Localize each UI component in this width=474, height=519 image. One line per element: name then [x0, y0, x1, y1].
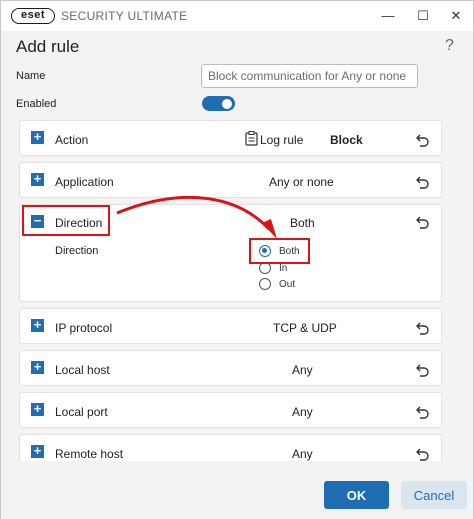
- add-rule-window: eset SECURITY ULTIMATE — ☐ ✕ Add rule ? …: [0, 0, 474, 519]
- plus-icon[interactable]: +: [31, 318, 44, 332]
- section-remote-host[interactable]: + Remote host Any: [19, 434, 442, 461]
- direction-option-label: Direction: [55, 245, 99, 257]
- title-bar: eset SECURITY ULTIMATE — ☐ ✕: [1, 1, 473, 31]
- undo-icon[interactable]: [415, 174, 431, 190]
- name-label: Name: [16, 70, 46, 82]
- undo-icon[interactable]: [415, 214, 431, 230]
- ok-button[interactable]: OK: [324, 481, 389, 509]
- direction-radio-out[interactable]: [259, 278, 271, 290]
- section-title: Action: [55, 133, 89, 147]
- cancel-button[interactable]: Cancel: [401, 481, 467, 509]
- section-title: Remote host: [55, 447, 124, 461]
- annotation-arrow: [116, 195, 277, 239]
- section-title: IP protocol: [55, 321, 113, 335]
- application-value[interactable]: Any or none: [269, 175, 334, 189]
- section-title: Local port: [55, 405, 108, 419]
- section-local-host[interactable]: + Local host Any: [19, 350, 442, 386]
- close-button[interactable]: ✕: [445, 5, 467, 27]
- direction-option-out: Out: [279, 279, 296, 290]
- direction-value: Both: [290, 216, 315, 230]
- local-port-value[interactable]: Any: [292, 405, 313, 419]
- minimize-button[interactable]: —: [377, 5, 399, 27]
- rule-sections: + Action Log rule Block + Application An…: [1, 116, 473, 461]
- section-title: Application: [55, 175, 114, 189]
- remote-host-value[interactable]: Any: [292, 447, 313, 461]
- plus-icon[interactable]: +: [31, 444, 44, 458]
- action-value[interactable]: Block: [330, 133, 363, 147]
- plus-icon[interactable]: +: [31, 172, 44, 186]
- undo-icon[interactable]: [415, 132, 431, 148]
- clipboard-icon: [245, 131, 258, 146]
- undo-icon[interactable]: [415, 404, 431, 420]
- section-ip-protocol[interactable]: + IP protocol TCP & UDP: [19, 308, 442, 344]
- dialog-title: Add rule: [16, 37, 80, 56]
- section-local-port[interactable]: + Local port Any: [19, 392, 442, 428]
- undo-icon[interactable]: [415, 320, 431, 336]
- log-rule-checkbox[interactable]: Log rule: [260, 133, 303, 147]
- logo-text: eset: [20, 9, 46, 21]
- app-name: SECURITY ULTIMATE: [61, 9, 188, 23]
- local-host-value[interactable]: Any: [292, 363, 313, 377]
- plus-icon[interactable]: +: [31, 402, 44, 416]
- enabled-toggle[interactable]: [202, 96, 235, 111]
- annotation-box-direction: [22, 205, 110, 236]
- name-input[interactable]: [201, 64, 418, 88]
- section-action[interactable]: + Action Log rule Block: [19, 120, 442, 156]
- plus-icon[interactable]: +: [31, 360, 44, 374]
- undo-icon[interactable]: [415, 362, 431, 378]
- enabled-label: Enabled: [16, 98, 57, 110]
- maximize-button[interactable]: ☐: [412, 5, 434, 27]
- toggle-knob: [222, 98, 232, 109]
- plus-icon[interactable]: +: [31, 130, 44, 144]
- section-title: Local host: [55, 363, 110, 377]
- eset-logo: eset: [11, 8, 55, 24]
- help-icon[interactable]: ?: [445, 37, 454, 55]
- ip-protocol-value[interactable]: TCP & UDP: [273, 321, 337, 335]
- direction-option-in: In: [279, 263, 288, 274]
- undo-icon[interactable]: [415, 446, 431, 461]
